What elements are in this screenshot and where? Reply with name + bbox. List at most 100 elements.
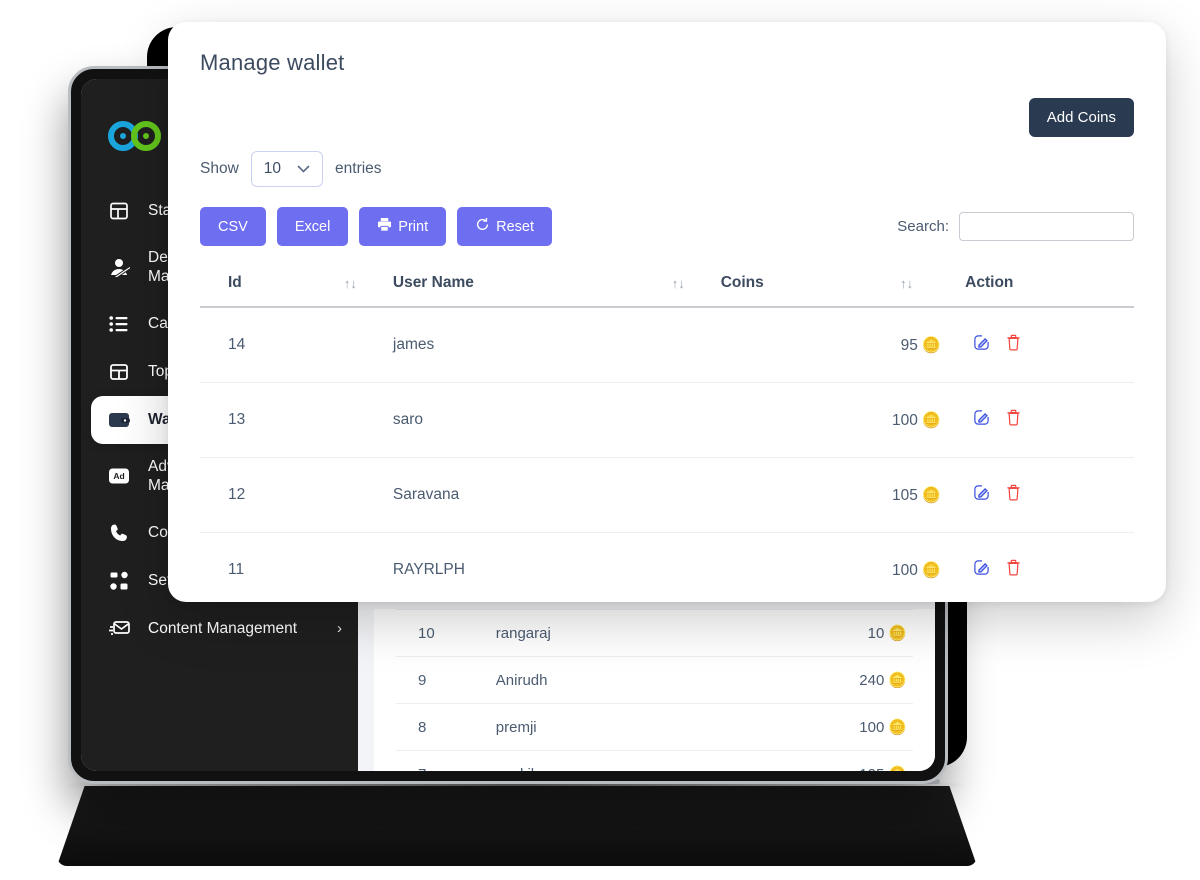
row-actions	[965, 559, 1130, 581]
entries-label: entries	[335, 160, 382, 177]
coins-value: 100	[891, 411, 918, 429]
cell-id: 8	[396, 703, 490, 751]
background-table-body: 10 rangaraj 10 🪙 9 Anirudh 240 🪙 8 premj…	[396, 609, 913, 771]
cell-coins: 100 🪙	[735, 703, 913, 751]
wallet-table-body: 14 james 95 🪙 13 saro 100 🪙 12 Saravana …	[200, 307, 1134, 602]
column-header-coins[interactable]: Coins ↑↓	[716, 268, 946, 308]
coins-value: 105	[891, 486, 918, 504]
show-label: Show	[200, 160, 239, 177]
search-input[interactable]	[959, 212, 1134, 241]
chevron-down-icon	[297, 160, 310, 178]
cell-username: james	[388, 307, 717, 383]
cell-id: 11	[200, 532, 389, 602]
user-slash-icon	[108, 256, 130, 278]
cell-action	[945, 382, 1134, 458]
column-label-id: Id	[228, 274, 242, 291]
background-wallet-table: 10 rangaraj 10 🪙 9 Anirudh 240 🪙 8 premj…	[396, 609, 913, 771]
table-row[interactable]: 13 saro 100 🪙	[200, 382, 1134, 458]
table-row[interactable]: 10 rangaraj 10 🪙	[396, 609, 913, 657]
column-label-action: Action	[965, 274, 1014, 291]
print-button[interactable]: Print	[359, 207, 447, 246]
trash-icon[interactable]	[1006, 484, 1021, 506]
print-label: Print	[398, 218, 429, 235]
table-row[interactable]: 12 Saravana 105 🪙	[200, 457, 1134, 533]
cell-action	[945, 532, 1134, 602]
export-csv-label: CSV	[218, 218, 248, 235]
wallet-table-card: 10 rangaraj 10 🪙 9 Anirudh 240 🪙 8 premj…	[374, 609, 935, 771]
dashboard-icon	[108, 200, 130, 222]
cell-username: venkikumar	[489, 750, 736, 771]
cell-coins: 100 🪙	[716, 532, 946, 602]
ad-icon: Ad	[108, 465, 130, 487]
screenshot-stage: P Stat	[0, 0, 1200, 880]
table-row[interactable]: 8 premji 100 🪙	[396, 703, 913, 751]
svg-text:Ad: Ad	[113, 471, 124, 481]
sort-toggle-icon[interactable]: ↑↓	[672, 276, 685, 291]
edit-icon[interactable]	[973, 559, 990, 581]
cell-username: RAYRLPH	[388, 532, 717, 602]
cell-id: 10	[396, 609, 490, 657]
column-header-id[interactable]: Id ↑↓	[200, 268, 389, 308]
coins-value: 100	[891, 561, 918, 579]
cell-action	[945, 307, 1134, 383]
cell-username: Saravana	[388, 457, 717, 533]
wallet-table: Id ↑↓ User Name ↑↓ Coins ↑↓ Action 14 ja…	[200, 268, 1134, 602]
table-row[interactable]: 11 RAYRLPH 100 🪙	[200, 532, 1134, 602]
export-excel-button[interactable]: Excel	[276, 207, 349, 246]
wallet-icon	[108, 409, 130, 431]
edit-icon[interactable]	[973, 409, 990, 431]
coin-icon: 🪙	[888, 672, 907, 689]
row-actions	[965, 484, 1130, 506]
search-control: Search:	[897, 212, 1134, 241]
column-label-coins: Coins	[720, 274, 764, 291]
cell-action	[945, 457, 1134, 533]
export-csv-button[interactable]: CSV	[200, 207, 266, 246]
export-excel-label: Excel	[294, 218, 331, 235]
row-actions	[965, 334, 1130, 356]
column-label-username: User Name	[392, 274, 474, 291]
sidebar-item-content-management[interactable]: Content Management ›	[81, 605, 358, 653]
coin-icon: 🪙	[921, 561, 942, 579]
add-coins-button[interactable]: Add Coins	[1028, 98, 1134, 137]
cell-coins: 10 🪙	[735, 609, 913, 657]
reset-button[interactable]: Reset	[457, 207, 553, 246]
entries-select-value: 10	[263, 160, 282, 177]
table-row[interactable]: 7 venkikumar 125 🪙	[396, 750, 913, 771]
cell-username: rangaraj	[489, 609, 736, 657]
row-actions	[965, 409, 1130, 431]
cell-id: 13	[200, 382, 389, 458]
list-icon	[108, 313, 130, 335]
cell-username: premji	[489, 703, 736, 751]
search-label: Search:	[897, 218, 949, 235]
cell-id: 7	[396, 750, 490, 771]
laptop-base	[57, 786, 977, 866]
cell-username: saro	[388, 382, 717, 458]
table-row[interactable]: 9 Anirudh 240 🪙	[396, 656, 913, 704]
coins-value: 240	[859, 672, 885, 689]
table-tools-row: CSV Excel Print Reset Search:	[200, 207, 1134, 246]
cell-id: 12	[200, 457, 389, 533]
edit-icon[interactable]	[973, 484, 990, 506]
page-length-control: Show 10 entries	[200, 151, 1134, 187]
coin-icon: 🪙	[921, 411, 942, 429]
cell-coins: 105 🪙	[716, 457, 946, 533]
coin-icon: 🪙	[921, 336, 942, 354]
cell-coins: 95 🪙	[716, 307, 946, 383]
coin-icon: 🪙	[888, 766, 907, 771]
column-header-username[interactable]: User Name ↑↓	[388, 268, 717, 308]
cell-id: 9	[396, 656, 490, 704]
sort-toggle-icon[interactable]: ↑↓	[900, 276, 913, 291]
table-row[interactable]: 14 james 95 🪙	[200, 307, 1134, 383]
apps-icon	[108, 570, 130, 592]
coins-value: 10	[867, 625, 885, 642]
edit-icon[interactable]	[973, 334, 990, 356]
sort-toggle-icon[interactable]: ↑↓	[344, 276, 357, 291]
trash-icon[interactable]	[1006, 559, 1021, 581]
export-buttons: CSV Excel Print Reset	[200, 207, 553, 246]
trash-icon[interactable]	[1006, 409, 1021, 431]
reset-label: Reset	[496, 218, 535, 235]
column-header-action: Action	[945, 268, 1134, 308]
coins-value: 100	[859, 719, 885, 736]
trash-icon[interactable]	[1006, 334, 1021, 356]
entries-select[interactable]: 10	[250, 151, 324, 187]
